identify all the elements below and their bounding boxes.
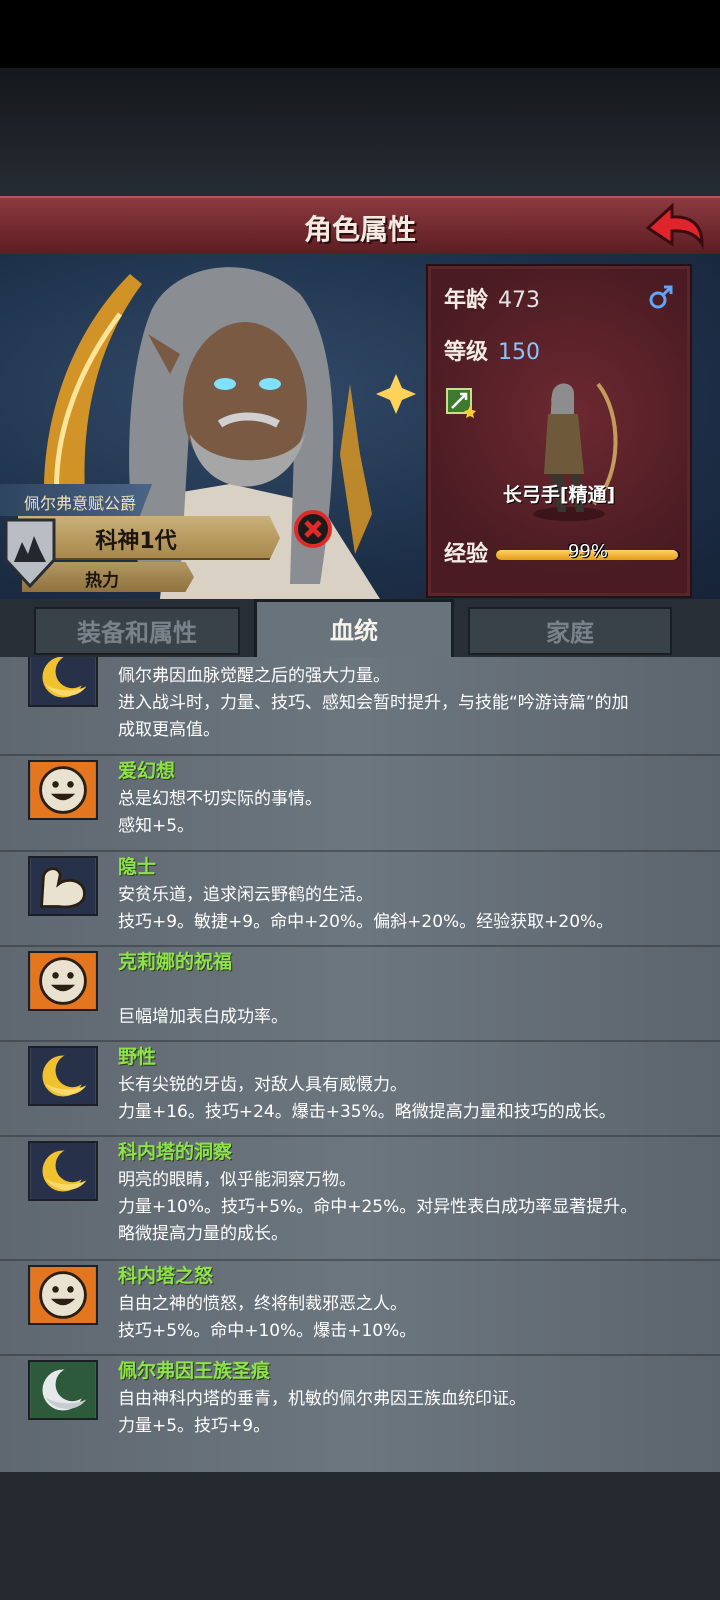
- tab-bar: 装备和属性 血统 家庭: [0, 599, 720, 657]
- age-value: 473: [498, 288, 541, 313]
- trait-description: 感知+5。: [118, 816, 195, 836]
- header-backdrop: [0, 68, 720, 196]
- trait-description: 力量+10%。技巧+5%。命中+25%。对异性表白成功率显著提升。: [118, 1197, 638, 1217]
- trait-description: 明亮的眼睛，似乎能洞察万物。: [118, 1170, 356, 1190]
- trait-description: 自由神科内塔的垂青，机敏的佩尔弗因王族血统印证。: [118, 1389, 526, 1409]
- trait-description: 略微提高力量的成长。: [118, 1224, 288, 1244]
- trait-description: 成取更高值。: [118, 720, 220, 740]
- trait-row: 克莉娜的祝福巨幅增加表白成功率。: [0, 945, 720, 1042]
- noble-title-ribbon: 佩尔弗意赋公爵: [0, 484, 152, 516]
- golden-moon-icon: [28, 657, 98, 707]
- male-gender-icon: [649, 285, 673, 309]
- smile-face-icon: [28, 951, 98, 1011]
- silver-moon-icon: [28, 1360, 98, 1420]
- level-row: 等级 150: [444, 334, 540, 366]
- trait-description: 巨幅增加表白成功率。: [118, 1007, 288, 1027]
- tab-bloodline[interactable]: 血统: [254, 599, 454, 657]
- trait-description: 力量+5。技巧+9。: [118, 1416, 271, 1436]
- close-icon[interactable]: [294, 510, 332, 548]
- trait-name: 科内塔之怒: [118, 1265, 214, 1287]
- trait-description: 自由之神的愤怒，终将制裁邪恶之人。: [118, 1294, 407, 1314]
- trait-description: 技巧+5%。命中+10%。爆击+10%。: [118, 1321, 417, 1341]
- tab-family[interactable]: 家庭: [468, 607, 672, 655]
- smile-face-icon: [28, 1265, 98, 1325]
- stat-panel: 年龄 473 等级 150 长弓手[精通] 经验 99%: [426, 264, 692, 598]
- clan-crest-icon: [4, 518, 56, 589]
- level-value: 150: [498, 340, 541, 365]
- trait-name: 克莉娜的祝福: [118, 951, 233, 973]
- tab-equipment[interactable]: 装备和属性: [34, 607, 240, 655]
- trait-row: 隐士安贫乐道，追求闲云野鹤的生活。技巧+9。敏捷+9。命中+20%。偏斜+20%…: [0, 850, 720, 947]
- bottom-backdrop: [0, 1472, 720, 1600]
- trait-row: 科内塔的洞察明亮的眼睛，似乎能洞察万物。力量+10%。技巧+5%。命中+25%。…: [0, 1135, 720, 1261]
- status-bar-band: [0, 0, 720, 68]
- trait-name: 隐士: [118, 856, 157, 878]
- noble-title: 佩尔弗意赋公爵: [24, 494, 137, 513]
- smile-face-icon: [28, 760, 98, 820]
- trait-description: 总是幻想不切实际的事情。: [118, 789, 322, 809]
- trait-name: 爱幻想: [118, 760, 176, 782]
- trait-row: 佩尔弗因血脉觉醒之后的强大力量。进入战斗时，力量、技巧、感知会暂时提升，与技能“…: [0, 657, 720, 756]
- trait-name: 佩尔弗因王族圣痕: [118, 1360, 271, 1382]
- flexed-arm-icon: [28, 856, 98, 916]
- trait-description: 安贫乐道，追求闲云野鹤的生活。: [118, 885, 373, 905]
- trait-description: 佩尔弗因血脉觉醒之后的强大力量。: [118, 666, 390, 686]
- trait-name: 科内塔的洞察: [118, 1141, 233, 1163]
- class-name: 长弓手[精通]: [502, 484, 616, 506]
- trait-row: 佩尔弗因王族圣痕自由神科内塔的垂青，机敏的佩尔弗因王族血统印证。 力量+5。技巧+…: [0, 1354, 720, 1472]
- age-label: 年龄: [444, 288, 489, 313]
- golden-moon-icon: [28, 1046, 98, 1106]
- title-bar: 角色属性: [0, 196, 720, 259]
- trait-description: 长有尖锐的牙齿，对敌人具有威慑力。: [118, 1075, 407, 1095]
- age-row: 年龄 473: [444, 282, 540, 314]
- exp-label: 经验: [444, 542, 489, 567]
- bow-class-icon: [446, 388, 476, 418]
- trait-row: 爱幻想总是幻想不切实际的事情。 感知+5。: [0, 754, 720, 852]
- trait-description: 进入战斗时，力量、技巧、感知会暂时提升，与技能“吟游诗篇”的加: [118, 693, 629, 713]
- level-label: 等级: [444, 340, 489, 365]
- trait-row: 科内塔之怒自由之神的愤怒，终将制裁邪恶之人。 技巧+5%。命中+10%。爆击+10…: [0, 1259, 720, 1356]
- golden-moon-icon: [28, 1141, 98, 1201]
- trait-description: 力量+16。技巧+24。爆击+35%。略微提高力量和技巧的成长。: [118, 1102, 616, 1122]
- exp-percent: 99%: [567, 541, 608, 562]
- trait-name: 野性: [118, 1046, 157, 1068]
- back-arrow-icon[interactable]: [644, 200, 706, 252]
- page-title: 角色属性: [303, 213, 416, 246]
- bloodline-trait-list[interactable]: 佩尔弗因血脉觉醒之后的强大力量。进入战斗时，力量、技巧、感知会暂时提升，与技能“…: [0, 657, 720, 1472]
- trait-row: 野性长有尖锐的牙齿，对敌人具有威慑力。力量+16。技巧+24。爆击+35%。略微…: [0, 1040, 720, 1137]
- trait-description: 技巧+9。敏捷+9。命中+20%。偏斜+20%。经验获取+20%。: [118, 912, 614, 932]
